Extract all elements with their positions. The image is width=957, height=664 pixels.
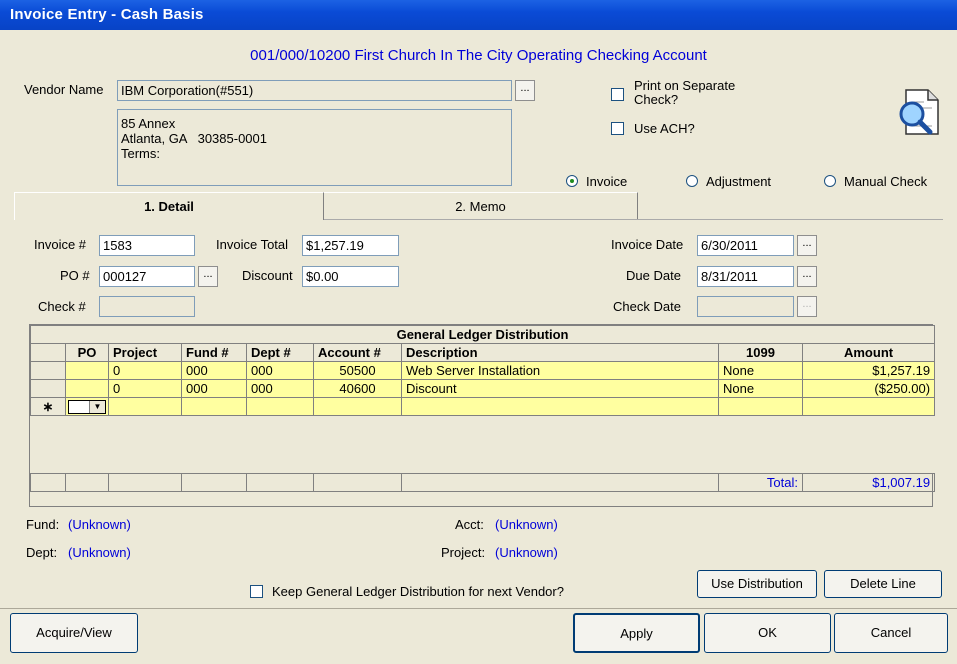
print-separate-label: Print on Separate Check?	[634, 78, 736, 107]
po-number-label: PO #	[60, 268, 90, 283]
document-search-icon[interactable]	[892, 86, 944, 138]
cell-dept[interactable]: 000	[246, 379, 314, 398]
use-ach-checkbox[interactable]	[611, 122, 624, 135]
cell-account[interactable]: 40600	[313, 379, 402, 398]
invoice-number-label: Invoice #	[34, 237, 87, 252]
vendor-browse-button[interactable]: ...	[515, 80, 535, 101]
delete-line-button[interactable]: Delete Line	[824, 570, 942, 598]
use-ach-label: Use ACH?	[634, 121, 695, 136]
new-row[interactable]: ∗ ▼	[30, 397, 936, 416]
invoice-radio-label: Invoice	[586, 174, 628, 189]
cell-description[interactable]: Web Server Installation	[401, 361, 719, 380]
keep-gl-label: Keep General Ledger Distribution for nex…	[272, 584, 564, 599]
account-heading: 001/000/10200 First Church In The City O…	[250, 47, 707, 64]
invoice-radio[interactable]	[566, 175, 578, 187]
total-amount: $1,007.19	[801, 473, 936, 492]
cell-1099[interactable]: None	[718, 379, 803, 398]
keep-gl-checkbox[interactable]	[250, 585, 263, 598]
acct-info-value: (Unknown)	[495, 517, 558, 532]
due-date-browse-button[interactable]: ...	[797, 266, 817, 287]
col-header-amount[interactable]: Amount	[801, 343, 936, 362]
po-dropdown-cell[interactable]: ▼	[65, 397, 109, 416]
table-row[interactable]: 0 000 000 50500 Web Server Installation …	[30, 361, 936, 380]
dept-info-label: Dept:	[26, 545, 58, 560]
adjustment-radio[interactable]	[686, 175, 698, 187]
col-header-po[interactable]: PO	[65, 343, 109, 362]
tab-detail[interactable]: 1. Detail	[14, 192, 324, 220]
row-selector-header	[30, 343, 66, 362]
check-date-field[interactable]	[697, 296, 794, 317]
tab-strip: 1. Detail 2. Memo	[0, 192, 957, 220]
project-info-value: (Unknown)	[495, 545, 558, 560]
cell-project[interactable]: 0	[108, 361, 182, 380]
col-header-dept[interactable]: Dept #	[246, 343, 314, 362]
total-label: Total:	[718, 473, 803, 492]
discount-field[interactable]: $0.00	[302, 266, 399, 287]
po-browse-button[interactable]: ...	[198, 266, 218, 287]
gl-title: General Ledger Distribution	[29, 325, 936, 344]
cell-1099[interactable]: None	[718, 361, 803, 380]
cell-po[interactable]	[65, 379, 109, 398]
check-date-label: Check Date	[613, 299, 681, 314]
vendor-name-field[interactable]: IBM Corporation(#551)	[117, 80, 512, 101]
vendor-address: 85 Annex Atlanta, GA 30385-0001 Terms:	[117, 109, 512, 186]
col-header-1099[interactable]: 1099	[718, 343, 803, 362]
invoice-number-field[interactable]: 1583	[99, 235, 195, 256]
acct-info-label: Acct:	[455, 517, 484, 532]
fund-info-label: Fund:	[26, 517, 60, 532]
ok-button[interactable]: OK	[704, 613, 831, 653]
cell-fund[interactable]: 000	[181, 361, 247, 380]
fund-info-value: (Unknown)	[68, 517, 131, 532]
use-distribution-button[interactable]: Use Distribution	[697, 570, 817, 598]
print-separate-checkbox[interactable]	[611, 88, 624, 101]
new-row-marker: ∗	[30, 397, 66, 416]
gl-distribution-grid: General Ledger Distribution PO Project F…	[29, 324, 936, 507]
manual-check-radio[interactable]	[824, 175, 836, 187]
invoice-total-label: Invoice Total	[216, 237, 289, 252]
po-number-field[interactable]: 000127	[99, 266, 195, 287]
due-date-label: Due Date	[626, 268, 681, 283]
tab-divider	[324, 219, 943, 220]
due-date-field[interactable]: 8/31/2011	[697, 266, 794, 287]
cell-amount[interactable]: $1,257.19	[801, 361, 936, 380]
col-header-description[interactable]: Description	[401, 343, 719, 362]
cell-dept[interactable]: 000	[246, 361, 314, 380]
cell-project[interactable]: 0	[108, 379, 182, 398]
check-date-browse-button[interactable]: ...	[797, 296, 817, 317]
invoice-date-field[interactable]: 6/30/2011	[697, 235, 794, 256]
acquire-view-button[interactable]: Acquire/View	[10, 613, 138, 653]
row-selector[interactable]	[30, 361, 66, 380]
col-header-fund[interactable]: Fund #	[181, 343, 247, 362]
cell-po[interactable]	[65, 361, 109, 380]
col-header-account[interactable]: Account #	[313, 343, 402, 362]
chevron-down-icon[interactable]: ▼	[89, 401, 105, 414]
cell-description[interactable]: Discount	[401, 379, 719, 398]
discount-label: Discount	[242, 268, 293, 283]
apply-button[interactable]: Apply	[573, 613, 700, 653]
divider	[0, 608, 957, 609]
project-info-label: Project:	[441, 545, 486, 560]
tab-memo[interactable]: 2. Memo	[324, 192, 638, 220]
cell-amount[interactable]: ($250.00)	[801, 379, 936, 398]
check-number-field[interactable]	[99, 296, 195, 317]
manual-check-radio-label: Manual Check	[844, 174, 928, 189]
invoice-date-label: Invoice Date	[611, 237, 684, 252]
check-number-label: Check #	[38, 299, 86, 314]
adjustment-radio-label: Adjustment	[706, 174, 772, 189]
cancel-button[interactable]: Cancel	[834, 613, 948, 653]
invoice-date-browse-button[interactable]: ...	[797, 235, 817, 256]
cell-fund[interactable]: 000	[181, 379, 247, 398]
dept-info-value: (Unknown)	[68, 545, 131, 560]
cell-account[interactable]: 50500	[313, 361, 402, 380]
table-row[interactable]: 0 000 000 40600 Discount None ($250.00)	[30, 379, 936, 398]
total-row: Total: $1,007.19	[30, 473, 936, 492]
invoice-total-field[interactable]: $1,257.19	[302, 235, 399, 256]
window-title: Invoice Entry - Cash Basis	[0, 0, 957, 30]
vendor-name-label: Vendor Name	[24, 82, 104, 97]
row-selector[interactable]	[30, 379, 66, 398]
col-header-project[interactable]: Project	[108, 343, 182, 362]
